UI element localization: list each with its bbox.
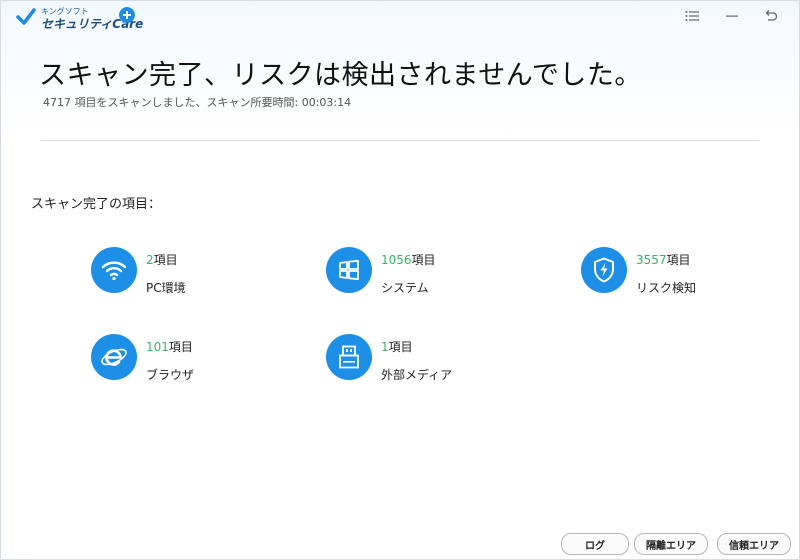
- item-count-unit: 項目: [666, 253, 691, 267]
- item-icon-circle: [326, 247, 372, 293]
- title-bar: キングソフト セキュリティCare: [1, 1, 799, 35]
- trusted-area-button[interactable]: 信頼エリア: [717, 533, 791, 555]
- scan-item-external-media: 1項目 外部メディア: [326, 334, 506, 384]
- item-name: リスク検知: [636, 281, 697, 295]
- item-count: 2項目: [146, 251, 178, 268]
- windows-icon: [339, 260, 359, 280]
- scan-item-browser: 101項目 ブラウザ: [91, 334, 271, 384]
- shield-bolt-icon: [594, 257, 614, 283]
- item-count-unit: 項目: [388, 340, 413, 354]
- item-icon-circle: [91, 247, 137, 293]
- app-logo: キングソフト セキュリティCare: [15, 4, 145, 32]
- item-icon-circle: [91, 334, 137, 380]
- divider: [41, 140, 759, 141]
- minimize-button[interactable]: [721, 5, 743, 27]
- log-button[interactable]: ログ: [561, 533, 629, 555]
- browser-icon: [101, 348, 127, 366]
- item-count-unit: 項目: [168, 340, 193, 354]
- logo-plus-icon: [119, 7, 135, 23]
- scan-item-risk-detection: 3557項目 リスク検知: [581, 247, 761, 297]
- quarantine-area-button[interactable]: 隔離エリア: [634, 533, 708, 555]
- item-count: 1056項目: [381, 251, 436, 268]
- item-name: PC環境: [146, 281, 186, 295]
- item-name: 外部メディア: [381, 368, 453, 382]
- scan-summary-text: 4717 項目をスキャンしました、スキャン所要時間: 00:03:14: [43, 96, 352, 109]
- item-count: 1項目: [381, 338, 413, 355]
- app-window: キングソフト セキュリティCare スキャン完了、リスクは検出されませんでした。…: [0, 0, 800, 560]
- menu-button[interactable]: [681, 5, 703, 27]
- item-icon-circle: [581, 247, 627, 293]
- wifi-icon: [101, 261, 127, 281]
- scan-result-headline: スキャン完了、リスクは検出されませんでした。: [39, 60, 642, 91]
- menu-icon: [685, 11, 699, 21]
- usb-drive-icon: [339, 345, 359, 369]
- item-icon-circle: [326, 334, 372, 380]
- item-count-number: 3557: [636, 253, 667, 267]
- item-count: 3557項目: [636, 251, 691, 268]
- section-label: スキャン完了の項目：: [31, 197, 162, 212]
- item-count: 101項目: [146, 338, 193, 355]
- scan-item-pc-environment: 2項目 PC環境: [91, 247, 271, 297]
- item-count-unit: 項目: [411, 253, 436, 267]
- item-count-number: 1: [381, 340, 389, 354]
- item-count-number: 101: [146, 340, 169, 354]
- item-count-number: 1056: [381, 253, 412, 267]
- logo-check-icon: [16, 8, 36, 25]
- back-arrow-icon: [765, 10, 778, 21]
- scan-item-system: 1056項目 システム: [326, 247, 506, 297]
- item-name: ブラウザ: [146, 368, 195, 382]
- item-count-number: 2: [146, 253, 154, 267]
- minimize-icon: [726, 15, 738, 17]
- back-button[interactable]: [760, 5, 782, 27]
- item-count-unit: 項目: [153, 253, 178, 267]
- item-name: システム: [381, 281, 429, 295]
